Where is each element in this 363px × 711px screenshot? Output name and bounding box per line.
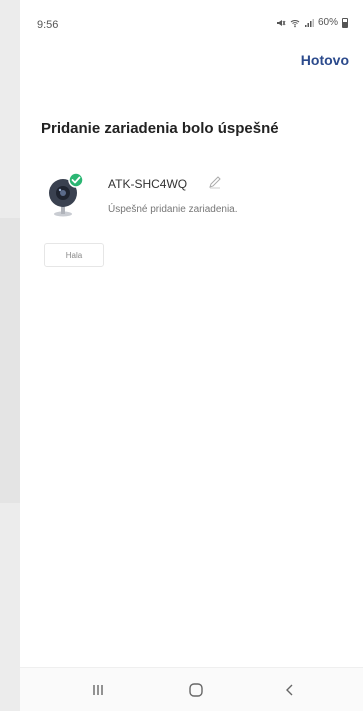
device-name: ATK-SHC4WQ — [108, 177, 188, 191]
status-time: 9:56 — [37, 19, 59, 31]
done-button[interactable]: Hotovo — [301, 52, 349, 68]
home-icon[interactable] — [186, 680, 206, 700]
device-row: ATK-SHC4WQ Úspešné pridanie zariadenia. — [48, 171, 348, 221]
back-icon[interactable] — [280, 680, 300, 700]
recents-icon[interactable] — [88, 680, 108, 700]
battery-icon — [342, 17, 348, 28]
room-chip-hala[interactable]: Hala — [44, 243, 104, 267]
phone-screen: 9:56 60% Hotovo Pridanie zariadenia bolo… — [20, 0, 363, 711]
mute-icon — [276, 19, 286, 26]
status-bar: 9:56 60% — [20, 0, 363, 40]
signal-icon — [304, 18, 314, 27]
page-title: Pridanie zariadenia bolo úspešné — [41, 120, 279, 137]
battery-percent: 60% — [317, 17, 338, 28]
camera-device-icon — [49, 172, 84, 217]
wifi-icon — [290, 19, 300, 27]
pencil-icon[interactable] — [208, 175, 222, 189]
check-badge-icon — [68, 172, 84, 188]
status-icons: 60% — [276, 17, 348, 28]
background-panel — [0, 218, 20, 503]
device-status: Úspešné pridanie zariadenia. — [108, 204, 238, 215]
navigation-bar — [20, 667, 363, 711]
